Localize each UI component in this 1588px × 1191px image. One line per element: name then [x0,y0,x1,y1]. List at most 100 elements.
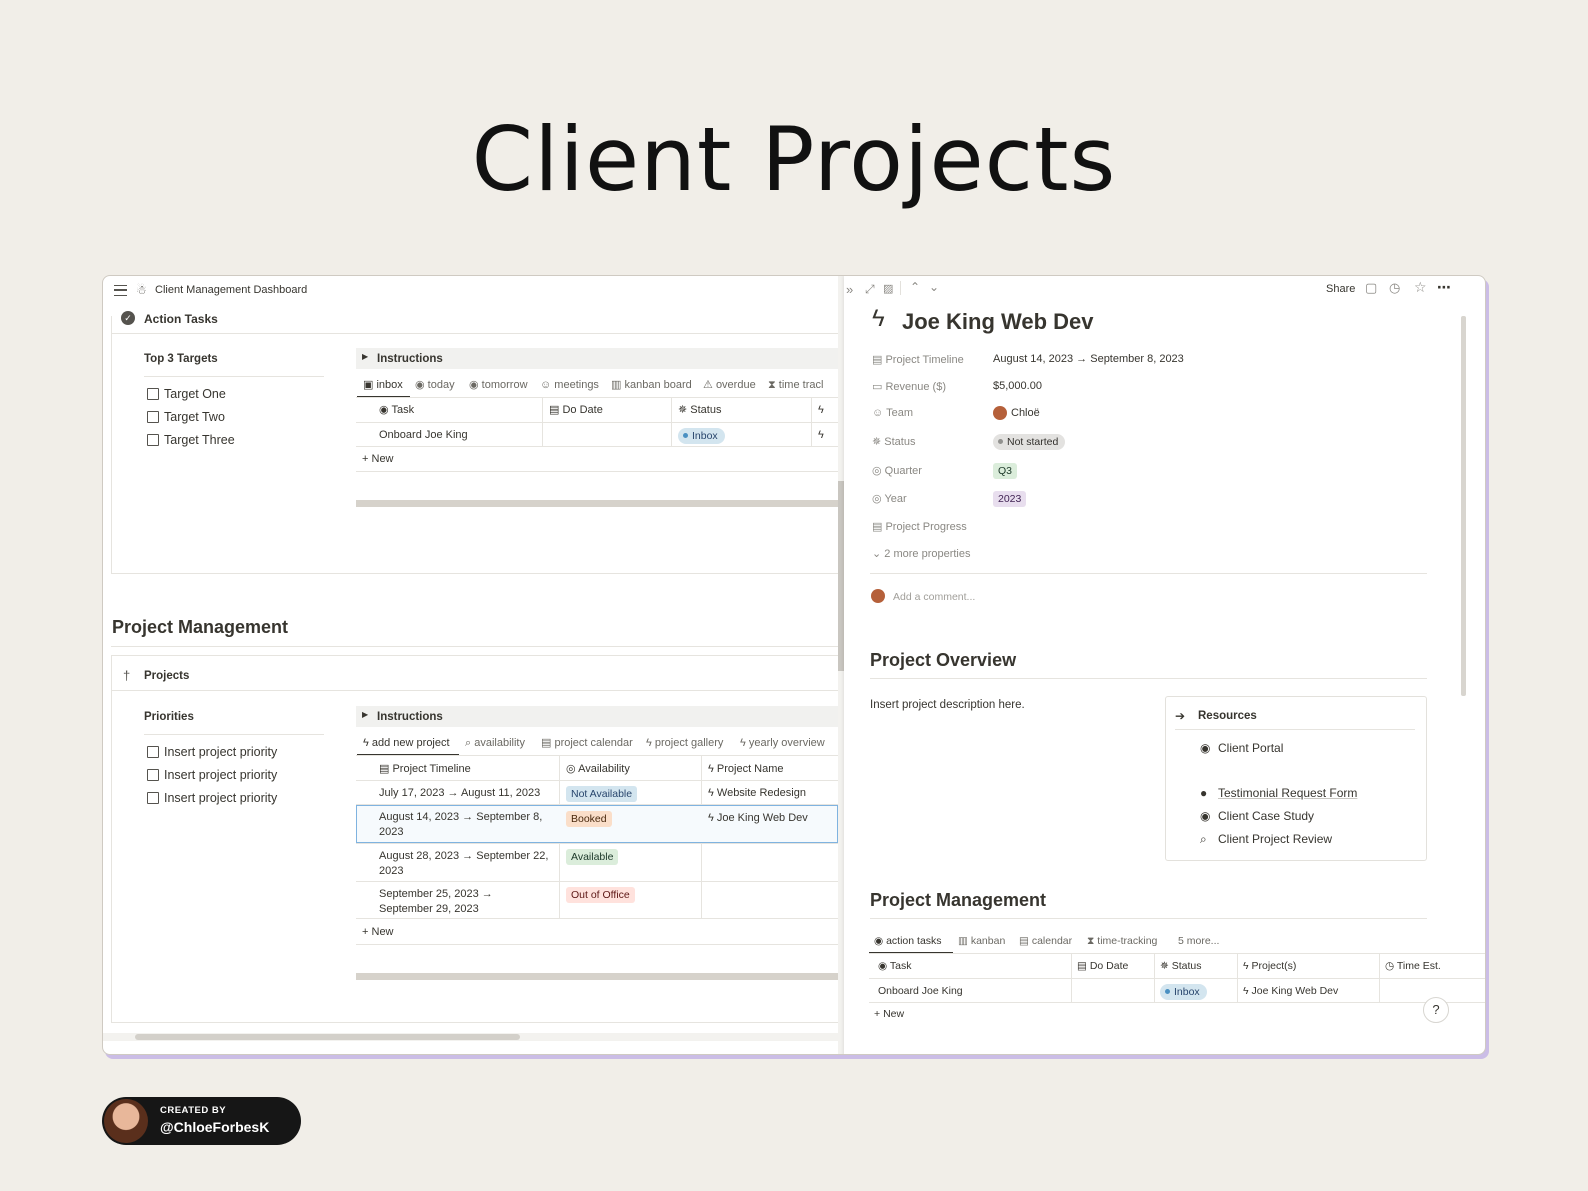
page-scrollbar[interactable] [103,1033,838,1041]
expand-icon[interactable]: ⤢ [865,282,875,297]
tab-tomorrow[interactable]: ◉ tomorrow [469,378,528,392]
avatar [104,1099,148,1143]
tab-availability[interactable]: ⌕ availability [465,736,525,750]
table-row-task[interactable]: Onboard Joe King [379,428,468,443]
tab-calendar[interactable]: ▤ calendar [1019,934,1072,948]
more-properties-toggle[interactable]: ⌄ 2 more properties [872,547,971,560]
search-icon: ⌕ [465,737,472,749]
project-relation-cell[interactable]: ϟ Joe King Web Dev [1243,984,1338,999]
year-tag[interactable]: 2023 [993,491,1027,507]
property-value[interactable]: Chloë [1011,407,1040,419]
target-checkbox[interactable] [147,411,159,423]
bolt-icon: ϟ [708,787,714,799]
column-header-time-est[interactable]: ◷ Time Est. [1385,959,1441,974]
column-header-availability[interactable]: ◎ Availability [566,762,630,777]
property-value[interactable]: $5,000.00 [993,380,1042,392]
project-name-cell[interactable]: ϟ Joe King Web Dev [708,811,808,826]
resource-link-case-study[interactable]: Client Case Study [1218,809,1314,823]
tab-action-tasks[interactable]: ◉ action tasks [874,934,942,948]
horizontal-scrollbar[interactable] [356,500,838,507]
creator-badge[interactable]: CREATED BY @ChloeForbesK [102,1097,301,1145]
column-header-do-date[interactable]: ▤ Do Date [1077,959,1128,974]
action-tasks-title: Action Tasks [144,312,218,326]
new-row-button[interactable]: + New [362,925,394,940]
priority-checkbox[interactable] [147,746,159,758]
more-views-button[interactable]: 5 more... [1178,934,1219,948]
star-icon[interactable]: ☆ [1414,279,1427,296]
target-label: Target Two [164,410,225,424]
resource-link-project-review[interactable]: Client Project Review [1218,832,1332,846]
timeline-cell[interactable]: July 17, 2023 → August 11, 2023 [379,786,540,801]
check-circle-icon: ◉ [415,379,425,391]
close-peek-icon[interactable]: » [846,282,853,297]
section-heading-project-management: Project Management [112,617,289,637]
menu-icon[interactable] [114,285,127,296]
chevron-up-icon[interactable]: ⌃ [910,280,920,294]
tab-add-new-project[interactable]: ϟ add new project [363,736,450,750]
tab-kanban-board[interactable]: ▥ kanban board [611,378,692,392]
more-icon[interactable]: ⋯ [1437,279,1451,296]
new-row-button[interactable]: + New [874,1007,904,1022]
target-checkbox[interactable] [147,434,159,446]
comment-input[interactable]: Add a comment... [893,591,975,603]
pin-icon: † [123,668,131,683]
avatar [871,589,885,603]
share-button[interactable]: Share [1326,283,1355,295]
table-row-task[interactable]: Onboard Joe King [878,984,963,999]
tab-project-calendar[interactable]: ▤ project calendar [541,736,633,750]
tab-inbox[interactable]: ▣ inbox [363,378,403,392]
column-header-project-name[interactable]: ϟ Project Name [708,762,784,777]
sidebar-icon[interactable]: ▨ [883,282,893,295]
tab-time-tracking[interactable]: ⧗ time-tracking [1087,934,1157,948]
tab-yearly-overview[interactable]: ϟ yearly overview [740,736,825,750]
instructions-label: Instructions [377,353,443,365]
breadcrumb[interactable]: Client Management Dashboard [155,284,307,296]
priorities-header: Priorities [144,711,194,723]
overview-text[interactable]: Insert project description here. [870,699,1025,711]
chevron-down-icon[interactable]: ⌄ [929,280,939,294]
tab-time-tracking[interactable]: ⧗ time tracl [768,378,823,392]
timeline-cell[interactable]: August 28, 2023 → September 22, 2023 [379,849,549,879]
new-row-button[interactable]: + New [362,452,394,467]
tab-overdue[interactable]: ⚠ overdue [703,378,756,392]
column-header-project-timeline[interactable]: ▤ Project Timeline [379,762,471,777]
tab-project-gallery[interactable]: ϟ project gallery [646,736,723,750]
project-name-cell[interactable]: ϟ Website Redesign [708,786,806,801]
timeline-cell[interactable]: September 25, 2023 → September 29, 2023 [379,887,549,917]
column-header-status[interactable]: ✵ Status [1160,959,1202,974]
column-header-task[interactable]: ◉ Task [878,959,912,974]
priority-checkbox[interactable] [147,769,159,781]
availability-tag: Out of Office [566,887,635,903]
tab-meetings[interactable]: ☺ meetings [540,378,599,392]
column-header-task[interactable]: ◉ Task [379,403,414,418]
resource-link-testimonial[interactable]: Testimonial Request Form [1218,786,1357,800]
hourglass-icon: ⧗ [1087,935,1095,947]
hourglass-icon: ⧗ [768,379,776,391]
availability-tag: Booked [566,811,612,827]
page-heading[interactable]: Joe King Web Dev [902,309,1094,335]
formula-icon: ◎ [872,465,882,477]
triangle-right-icon: ▶ [362,352,369,361]
money-icon: ▭ [872,381,883,393]
tab-today[interactable]: ◉ today [415,378,455,392]
timeline-cell[interactable]: August 14, 2023 → September 8, 2023 [379,810,549,840]
avatar [993,406,1007,420]
column-header-do-date[interactable]: ▤ Do Date [549,403,603,418]
select-icon: ◎ [566,763,576,775]
property-value[interactable]: August 14, 2023 → September 8, 2023 [993,353,1184,365]
priority-checkbox[interactable] [147,792,159,804]
comment-icon[interactable]: ▢ [1365,280,1377,296]
horizontal-scrollbar[interactable] [356,973,838,980]
tab-kanban[interactable]: ▥ kanban [958,934,1005,948]
vertical-scrollbar[interactable] [1461,316,1466,696]
status-icon: ✵ [678,404,688,416]
chat-icon: ● [1200,786,1208,800]
target-checkbox[interactable] [147,388,159,400]
resource-link-client-portal[interactable]: Client Portal [1218,741,1283,755]
column-header-projects[interactable]: ϟ Project(s) [1243,959,1296,974]
status-badge[interactable]: Not started [993,434,1066,450]
column-header-status[interactable]: ✵ Status [678,403,721,418]
quarter-tag[interactable]: Q3 [993,463,1018,479]
help-button[interactable]: ? [1423,997,1449,1023]
clock-icon[interactable]: ◷ [1389,280,1400,296]
